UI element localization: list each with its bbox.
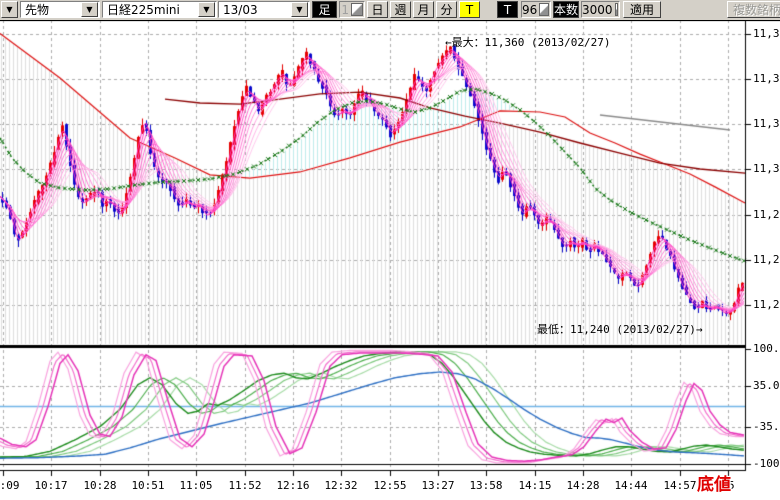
nav-dropdown-button[interactable]: ▼ <box>1 1 18 18</box>
tick-count-stepper[interactable]: 96 <box>521 1 551 18</box>
period-month-button[interactable]: 月 <box>413 1 434 18</box>
price-axis-label: 11,265 <box>753 253 780 266</box>
symbol-type-combo[interactable]: 先物 ▼ <box>20 1 100 18</box>
oscillator-axis-label: 35.00 <box>753 379 780 392</box>
period-minute-button[interactable]: 分 <box>436 1 457 18</box>
oscillator-axis-label: 100.00 <box>753 342 780 355</box>
price-axis-label: 11,345 <box>753 72 780 85</box>
time-axis-label: 11:52 <box>221 479 269 492</box>
time-axis-label: 10:28 <box>76 479 124 492</box>
oscillator-axis-label: -100.00 <box>753 457 780 470</box>
time-axis-label: 13:27 <box>414 479 462 492</box>
bottom-price-label: 底値 <box>697 470 731 495</box>
period-day-button[interactable]: 日 <box>367 1 388 18</box>
interval-value: 1 <box>340 3 351 17</box>
interval-stepper[interactable]: 1 <box>339 1 365 18</box>
toolbar: ▼ 先物 ▼ 日経225mini ▼ 13/03 ▼ 足 1 日 週 月 分 T… <box>0 0 780 21</box>
bars-count-value: 3000 <box>582 3 615 17</box>
multi-symbol-label: 複数銘柄 <box>733 1 780 18</box>
period-week-button[interactable]: 週 <box>390 1 411 18</box>
time-axis-label: 13:58 <box>462 479 510 492</box>
chevron-down-icon[interactable]: ▼ <box>81 2 98 17</box>
tick-label: T <box>497 1 518 18</box>
price-axis-label: 11,325 <box>753 117 780 130</box>
symbol-name-combo[interactable]: 日経225mini ▼ <box>102 1 217 18</box>
oscillator-axis-label: -35.00 <box>753 420 780 433</box>
spinner-icon[interactable] <box>615 3 618 16</box>
time-axis-label: 12:16 <box>269 479 317 492</box>
time-axis-label: 12:32 <box>317 479 365 492</box>
tick-mode-button[interactable]: T <box>459 1 480 18</box>
time-axis-label: 14:44 <box>607 479 655 492</box>
price-chart-canvas[interactable] <box>0 0 780 500</box>
chevron-down-icon[interactable]: ▼ <box>198 2 215 17</box>
chevron-down-icon: ▼ <box>6 5 12 14</box>
tick-count-value: 96 <box>522 3 539 17</box>
symbol-name-value: 日経225mini <box>107 1 198 18</box>
spinner-icon[interactable] <box>539 3 549 16</box>
time-axis-label: 14:15 <box>511 479 559 492</box>
contract-month-value: 13/03 <box>223 3 291 17</box>
price-axis-label: 11,365 <box>753 27 780 40</box>
spinner-icon[interactable] <box>351 3 363 16</box>
time-axis-label: 12:55 <box>366 479 414 492</box>
symbol-type-value: 先物 <box>25 1 81 18</box>
time-axis-label: 11:05 <box>172 479 220 492</box>
price-axis-label: 11,285 <box>753 208 780 221</box>
chevron-down-icon[interactable]: ▼ <box>291 2 308 17</box>
max-price-annotation: ←最大：11,360 (2013/02/27) <box>445 34 610 50</box>
time-axis-label: 10:51 <box>124 479 172 492</box>
time-axis-label: 10:17 <box>27 479 75 492</box>
contract-month-combo[interactable]: 13/03 ▼ <box>218 1 310 18</box>
trading-app-window: ▼ 先物 ▼ 日経225mini ▼ 13/03 ▼ 足 1 日 週 月 分 T… <box>0 0 780 500</box>
ashi-label-button[interactable]: 足 <box>312 1 337 18</box>
time-axis-label: 14:28 <box>559 479 607 492</box>
bars-count-stepper[interactable]: 3000 <box>581 1 620 18</box>
time-axis-label: 10:09 <box>0 479 27 492</box>
min-price-annotation: 最低：11,240 (2013/02/27)→ <box>537 321 702 337</box>
apply-button[interactable]: 適用 <box>623 1 661 18</box>
price-axis-label: 11,305 <box>753 162 780 175</box>
multi-symbol-button[interactable]: 複数銘柄 <box>727 1 780 18</box>
bars-label: 本数 <box>553 1 579 18</box>
price-axis-label: 11,245 <box>753 298 780 311</box>
